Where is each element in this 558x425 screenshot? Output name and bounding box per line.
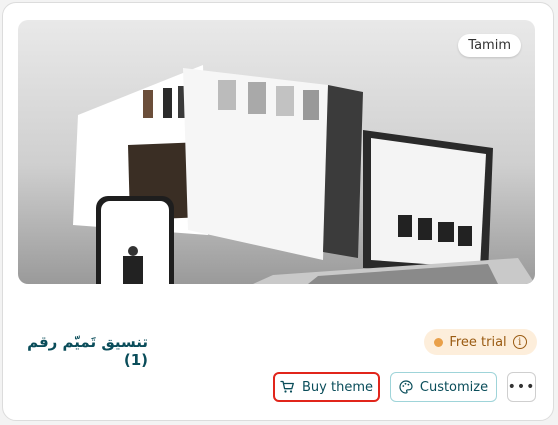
more-options-button[interactable]: ••• [507,372,536,402]
vendor-badge: Tamim [458,34,521,57]
preview-illustration [73,65,535,284]
buy-theme-button[interactable]: Buy theme [273,372,380,402]
info-icon[interactable]: i [512,335,527,349]
theme-preview-image[interactable]: Tamim [18,20,535,284]
trial-label: Free trial [449,334,507,350]
customize-label: Customize [419,379,489,395]
customize-button[interactable]: Customize [390,372,497,402]
palette-icon [399,380,413,394]
buy-theme-label: Buy theme [302,379,373,395]
cart-icon [280,380,294,393]
theme-title: تنسيق تَميّم رقم (1) [27,333,148,369]
free-trial-badge: Free trial i [424,329,537,355]
status-dot-icon [434,337,444,347]
